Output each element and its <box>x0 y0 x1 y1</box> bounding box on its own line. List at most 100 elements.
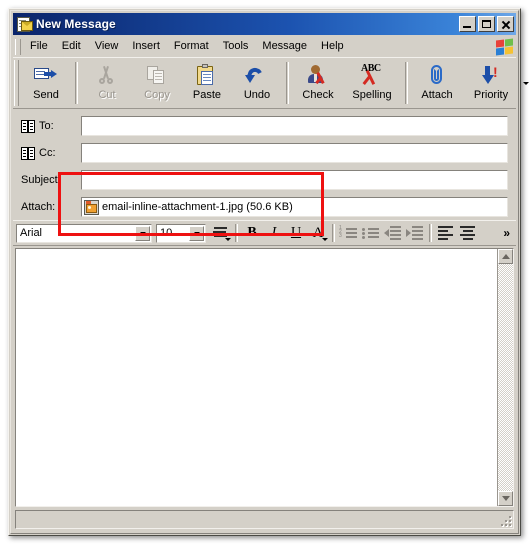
font-color-button[interactable]: A <box>307 222 329 244</box>
font-family-dropdown-button[interactable] <box>135 225 150 241</box>
message-document-icon <box>16 16 33 32</box>
decrease-indent-icon <box>384 225 402 241</box>
paragraph-style-button[interactable] <box>210 222 232 244</box>
maximize-button[interactable] <box>478 16 495 32</box>
undo-icon <box>244 63 270 87</box>
copy-icon <box>144 63 170 87</box>
priority-arrow-icon: ! <box>478 63 504 87</box>
close-button[interactable] <box>497 16 514 32</box>
cc-label-wrap[interactable]: Cc: <box>21 143 81 163</box>
format-overflow-button[interactable]: » <box>503 226 516 240</box>
status-bar <box>15 510 514 529</box>
cc-label: Cc: <box>39 147 56 159</box>
menu-message[interactable]: Message <box>255 38 314 55</box>
bulleted-list-icon <box>362 225 380 241</box>
address-book-icon[interactable] <box>21 119 35 133</box>
cc-input[interactable] <box>81 143 508 163</box>
message-header-fields: To: Cc: Subject: Attach: email-inline-at… <box>13 110 516 220</box>
check-names-icon <box>305 63 331 87</box>
align-center-button[interactable] <box>457 222 479 244</box>
main-toolbar: Send Cut Copy Paste Undo Check ABC Spell… <box>13 57 529 109</box>
paperclip-icon <box>424 63 450 87</box>
decrease-indent-button[interactable] <box>382 222 404 244</box>
minimize-button[interactable] <box>459 16 476 32</box>
to-input[interactable] <box>81 116 508 136</box>
copy-button[interactable]: Copy <box>132 58 182 108</box>
check-label: Check <box>302 89 334 101</box>
paragraph-style-icon <box>214 227 227 229</box>
chevron-down-icon <box>225 238 231 241</box>
attach-button[interactable]: Attach <box>412 58 462 108</box>
attachment-item[interactable]: email-inline-attachment-1.jpg (50.6 KB) <box>84 199 293 215</box>
to-label: To: <box>39 120 54 132</box>
scroll-down-button[interactable] <box>498 491 513 506</box>
attach-label-wrap: Attach: <box>21 197 81 217</box>
bulleted-list-button[interactable] <box>360 222 382 244</box>
toolbar-drag-grip[interactable] <box>14 60 19 106</box>
scissors-icon <box>94 63 120 87</box>
align-center-icon <box>459 225 477 241</box>
bold-button[interactable]: B <box>241 222 263 244</box>
underline-button[interactable]: U <box>285 222 307 244</box>
menu-file[interactable]: File <box>23 38 55 55</box>
font-family-select[interactable]: Arial <box>16 223 152 243</box>
numbered-list-icon: 1 2 3 <box>339 225 358 241</box>
font-family-value: Arial <box>20 227 43 239</box>
subject-label-wrap: Subject: <box>21 170 81 190</box>
send-label: Send <box>33 89 59 101</box>
font-size-select[interactable]: 10 <box>156 223 206 243</box>
cut-label: Cut <box>98 89 116 101</box>
menu-drag-grip[interactable] <box>15 38 21 55</box>
menu-insert[interactable]: Insert <box>125 38 167 55</box>
to-row: To: <box>21 116 508 136</box>
align-left-button[interactable] <box>435 222 457 244</box>
increase-indent-icon <box>406 225 424 241</box>
undo-button[interactable]: Undo <box>232 58 282 108</box>
chevron-down-icon <box>139 231 146 235</box>
send-button[interactable]: Send <box>21 58 71 108</box>
send-icon <box>33 63 59 87</box>
subject-row: Subject: <box>21 170 508 190</box>
body-vertical-scrollbar[interactable] <box>497 249 513 506</box>
font-size-value: 10 <box>160 227 173 239</box>
paste-icon <box>194 63 220 87</box>
spelling-button[interactable]: ABC Spelling <box>343 58 401 108</box>
menu-edit[interactable]: Edit <box>55 38 88 55</box>
windows-flag-icon <box>492 37 514 56</box>
attach-row: Attach: email-inline-attachment-1.jpg (5… <box>21 197 508 217</box>
attach-label: Attach: <box>21 201 56 213</box>
menu-tools[interactable]: Tools <box>216 38 256 55</box>
message-body-input[interactable] <box>16 249 497 506</box>
attach-label: Attach <box>421 89 453 101</box>
image-file-icon <box>84 199 99 215</box>
new-message-window: New Message File Edit View Insert Format… <box>8 8 529 536</box>
menu-view[interactable]: View <box>88 38 126 55</box>
increase-indent-button[interactable] <box>404 222 426 244</box>
resize-grip[interactable] <box>498 513 512 527</box>
title-bar[interactable]: New Message <box>13 13 516 35</box>
format-separator <box>235 224 238 242</box>
paste-button[interactable]: Paste <box>182 58 232 108</box>
priority-dropdown-button[interactable] <box>520 58 531 108</box>
numbered-list-button[interactable]: 1 2 3 <box>338 222 360 244</box>
priority-button[interactable]: ! Priority <box>462 58 520 108</box>
menu-help[interactable]: Help <box>314 38 351 55</box>
menu-format[interactable]: Format <box>167 38 216 55</box>
undo-label: Undo <box>243 89 271 101</box>
italic-icon: I <box>271 225 277 240</box>
cut-button[interactable]: Cut <box>82 58 132 108</box>
scroll-up-button[interactable] <box>498 249 513 264</box>
address-book-icon[interactable] <box>21 146 35 160</box>
menu-bar: File Edit View Insert Format Tools Messa… <box>13 36 516 57</box>
toolbar-separator <box>75 62 78 104</box>
font-size-dropdown-button[interactable] <box>189 225 204 241</box>
attach-field[interactable]: email-inline-attachment-1.jpg (50.6 KB) <box>81 197 508 217</box>
cc-row: Cc: <box>21 143 508 163</box>
italic-button[interactable]: I <box>263 222 285 244</box>
to-label-wrap[interactable]: To: <box>21 116 81 136</box>
check-names-button[interactable]: Check <box>293 58 343 108</box>
subject-input[interactable] <box>81 170 508 190</box>
format-separator <box>429 224 432 242</box>
attachment-filename: email-inline-attachment-1.jpg (50.6 KB) <box>102 201 293 213</box>
bold-icon: B <box>247 225 257 240</box>
